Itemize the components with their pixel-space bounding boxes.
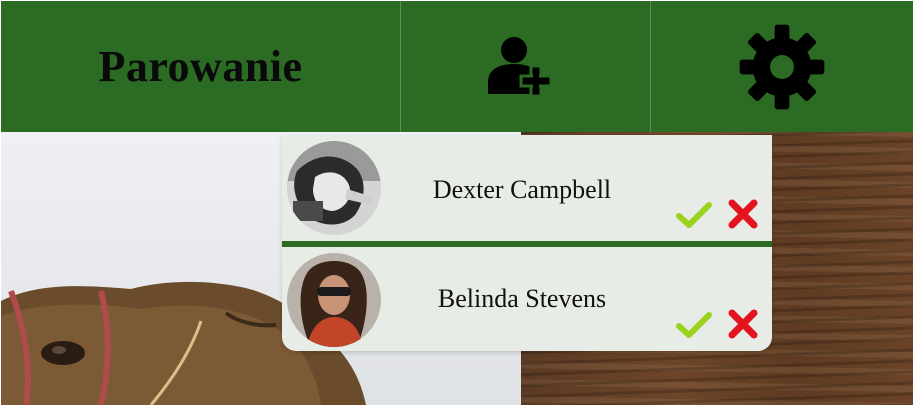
avatar (287, 141, 381, 235)
top-navbar: Parowanie (1, 1, 913, 132)
page-title: Parowanie (98, 42, 303, 91)
request-name: Dexter Campbell (432, 175, 612, 204)
check-icon[interactable] (676, 311, 712, 339)
request-item: Belinda Stevens (282, 247, 772, 351)
gear-icon (739, 24, 825, 109)
close-icon[interactable] (726, 307, 760, 341)
add-user-button[interactable] (401, 1, 651, 132)
avatar (287, 253, 381, 347)
check-icon[interactable] (676, 201, 712, 229)
app-frame: Parowanie Dexter Campbell Belinda Steven… (1, 1, 913, 405)
pairing-requests-dropdown: Dexter Campbell Belinda Stevens (282, 135, 772, 351)
request-item: Dexter Campbell (282, 135, 772, 241)
settings-button[interactable] (651, 1, 913, 132)
avatar-photo (287, 253, 381, 347)
title-cell: Parowanie (1, 1, 401, 132)
close-icon[interactable] (726, 197, 760, 231)
avatar-photo (287, 141, 381, 235)
add-user-icon (487, 36, 552, 97)
request-name: Belinda Stevens (437, 284, 607, 313)
